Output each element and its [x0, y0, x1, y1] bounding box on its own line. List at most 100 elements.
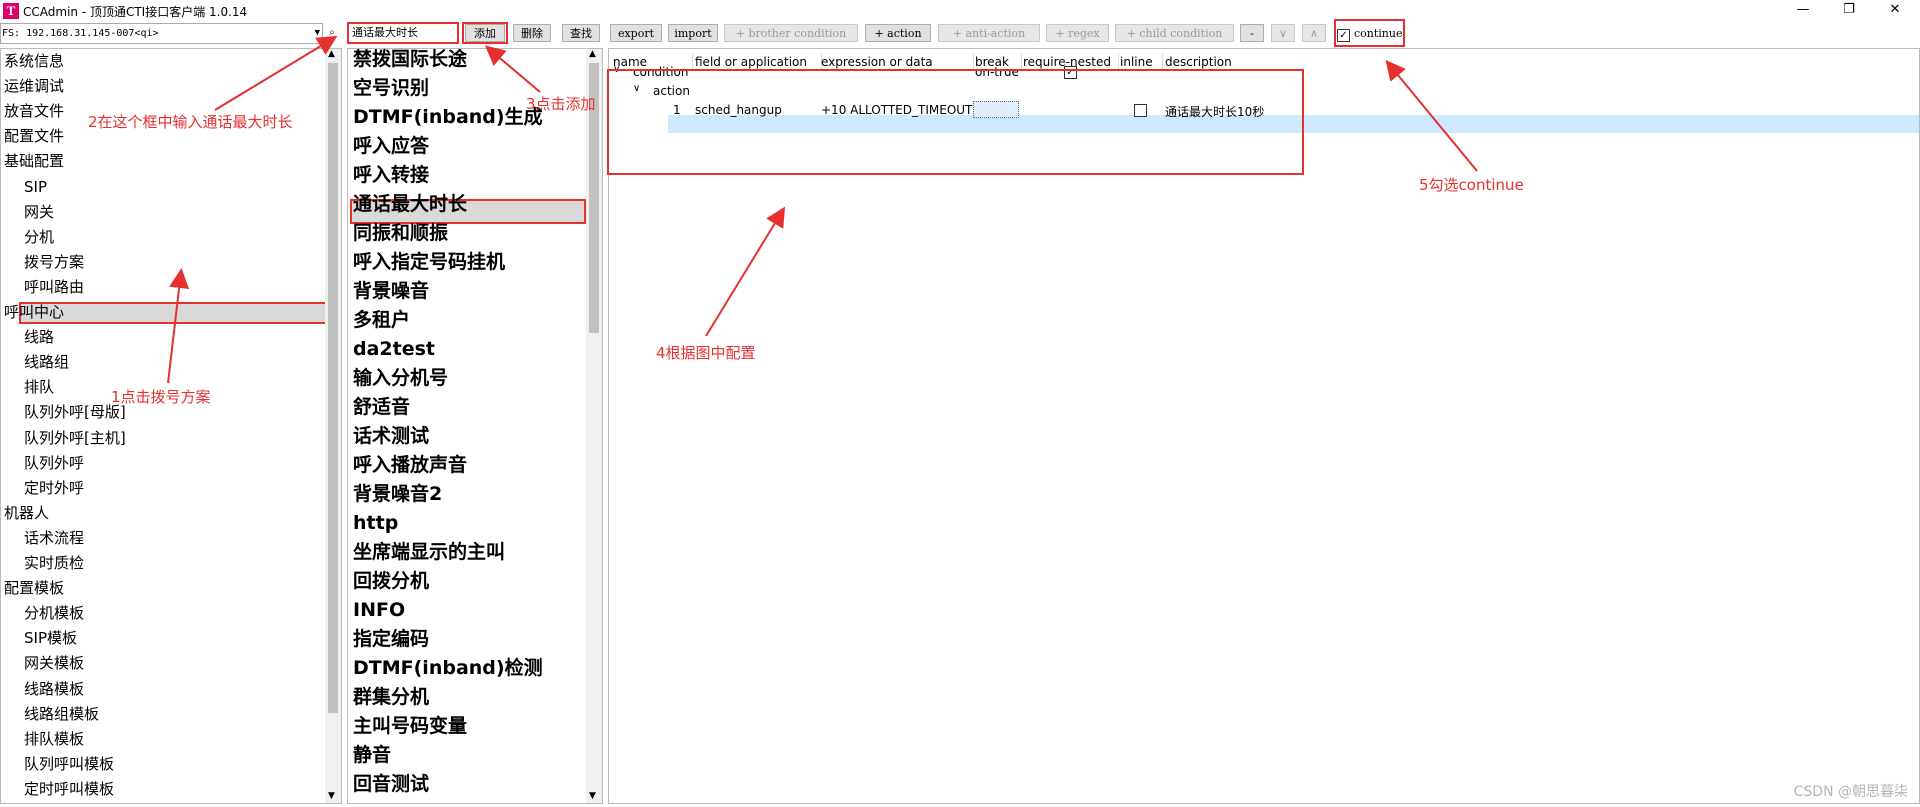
sidebar-item[interactable]: 线路 [24, 325, 54, 349]
sidebar-item[interactable]: 运维调试 [4, 74, 64, 98]
dialplan-list-item[interactable]: 呼入播放声音 [353, 451, 467, 480]
scroll-down-icon[interactable]: ▼ [589, 791, 596, 801]
dialplan-list-item[interactable]: 回音测试 [353, 770, 429, 799]
sidebar-item[interactable]: 实时质检 [24, 551, 84, 575]
dialplan-scrollbar[interactable]: ▲ ▼ [586, 49, 602, 803]
dialplan-list-item[interactable]: 多租户 [353, 306, 410, 335]
dialplan-list-item[interactable]: DTMF(inband)检测 [353, 654, 543, 683]
sidebar-item[interactable]: 网关 [24, 200, 54, 224]
find-button[interactable]: 查找 [562, 24, 600, 42]
dialplan-list-item[interactable]: 禁拨国际长途 [353, 49, 467, 74]
title-bar: T CCAdmin - 顶顶通CTI接口客户端 1.0.14 — ❐ ✕ [0, 0, 1920, 22]
sidebar-tree: 系统信息 运维调试 放音文件 配置文件 基础配置 SIP 网关 分机 拨号方案 呼叫路由 呼叫中心线… [0, 48, 342, 804]
dialplan-list-item[interactable]: 通话最大时长 [353, 190, 467, 219]
dialplan-list-item[interactable]: 同振和顺振 [353, 219, 448, 248]
annotation-step4: 4根据图中配置 [656, 344, 756, 362]
import-button[interactable]: import [668, 24, 718, 42]
sidebar-item[interactable]: 放音文件 [4, 99, 64, 123]
sidebar-item[interactable]: 呼叫中心 [4, 300, 64, 324]
annotation-step3: 3点击添加 [526, 95, 596, 113]
app-logo-icon: T [3, 3, 19, 19]
sidebar-item[interactable]: 机器人 [4, 501, 49, 525]
dialplan-list-item[interactable]: 呼入应答 [353, 132, 429, 161]
continue-checkbox[interactable]: ✓ [1337, 29, 1350, 42]
watermark: CSDN @朝思暮柒 [1793, 784, 1908, 800]
dialplan-list-item[interactable]: 背景噪音2 [353, 480, 442, 509]
dialplan-list-item[interactable]: 呼入转接 [353, 161, 429, 190]
scroll-down-icon[interactable]: ▼ [328, 791, 335, 801]
scroll-up-icon[interactable]: ▲ [589, 49, 596, 59]
dialplan-list: 禁拨国际长途 空号识别 DTMF(inband)生成 呼入应答 呼入转接 通话最大时长 同振… [347, 48, 603, 804]
move-up-button[interactable]: ∧ [1302, 24, 1326, 42]
sidebar-item[interactable]: 定时呼叫模板 [24, 777, 114, 801]
fs-server-value: FS: 192.168.31.145-007<qi> [2, 28, 159, 39]
sidebar-item[interactable]: 系统信息 [4, 49, 64, 73]
fs-server-select[interactable]: FS: 192.168.31.145-007<qi> ▼ [0, 23, 323, 44]
sidebar-item[interactable]: 配置模板 [4, 576, 64, 600]
maximize-button[interactable]: ❐ [1826, 0, 1872, 22]
sidebar-item[interactable]: 呼叫路由 [24, 275, 84, 299]
column-header-field[interactable]: field or application [695, 55, 807, 69]
sidebar-item[interactable]: 队列外呼[主机] [24, 426, 126, 450]
dialplan-list-item[interactable]: 坐席端显示的主叫 [353, 538, 505, 567]
sidebar-item[interactable]: 分机 [24, 225, 54, 249]
sidebar-item[interactable]: 排队 [24, 375, 54, 399]
sidebar-item[interactable]: 分机模板 [24, 601, 84, 625]
dialplan-list-item[interactable]: INFO [353, 596, 405, 625]
sidebar-item[interactable]: SIP模板 [24, 626, 77, 650]
sidebar-item[interactable]: 定时外呼 [24, 476, 84, 500]
regex-button[interactable]: + regex [1046, 24, 1109, 42]
child-condition-button[interactable]: + child condition [1115, 24, 1234, 42]
export-button[interactable]: export [610, 24, 662, 42]
column-header-description[interactable]: description [1165, 55, 1232, 69]
dialplan-list-item[interactable]: 群集分机 [353, 683, 429, 712]
chevron-down-icon: ▼ [314, 28, 320, 38]
column-header-expression[interactable]: expression or data [821, 55, 933, 69]
sidebar-item[interactable]: 拨号方案 [24, 250, 84, 274]
sidebar-item[interactable]: SIP [24, 175, 47, 199]
dialplan-list-item[interactable]: 输入分机号 [353, 364, 448, 393]
sidebar-scroll-thumb[interactable] [328, 63, 338, 713]
sidebar-item[interactable]: 线路组 [24, 350, 69, 374]
dialplan-list-item[interactable]: 呼入指定号码挂机 [353, 248, 505, 277]
add-action-button[interactable]: + action [865, 24, 931, 42]
sidebar-item[interactable]: 线路组模板 [24, 702, 99, 726]
add-button-highlight [462, 22, 508, 44]
dialplan-list-item[interactable]: http [353, 509, 398, 538]
sidebar-item[interactable]: 基础配置 [4, 149, 64, 173]
annotation-step1: 1点击拨号方案 [111, 388, 211, 406]
sidebar-item[interactable]: 队列外呼 [24, 451, 84, 475]
remove-node-button[interactable]: - [1240, 24, 1264, 42]
sidebar-item[interactable]: 排队模板 [24, 727, 84, 751]
dialplan-list-item[interactable]: 话术测试 [353, 422, 429, 451]
dialplan-name-input[interactable]: 通话最大时长 [347, 22, 459, 44]
detail-highlight-box [607, 69, 1304, 175]
anti-action-button[interactable]: + anti-action [938, 24, 1040, 42]
sidebar-item[interactable]: 线路模板 [24, 677, 84, 701]
search-icon[interactable]: ⌕ [324, 24, 340, 42]
delete-button[interactable]: 删除 [513, 24, 551, 42]
move-down-button[interactable]: ∨ [1271, 24, 1295, 42]
dialplan-list-item[interactable]: 背景噪音 [353, 277, 429, 306]
dialplan-list-item[interactable]: 静音 [353, 741, 391, 770]
window-title: CCAdmin - 顶顶通CTI接口客户端 1.0.14 [23, 5, 248, 19]
sidebar-item[interactable]: 网关模板 [24, 651, 84, 675]
brother-condition-button[interactable]: + brother condition [724, 24, 858, 42]
sidebar-item[interactable]: 话术流程 [24, 526, 84, 550]
dialplan-list-item[interactable]: DTMF(inband)生成 [353, 103, 543, 132]
sidebar-item[interactable]: 配置文件 [4, 124, 64, 148]
annotation-step2: 2在这个框中输入通话最大时长 [88, 113, 293, 131]
dialplan-list-item[interactable]: 空号识别 [353, 74, 429, 103]
dialplan-list-item[interactable]: 指定编码 [353, 625, 429, 654]
sidebar-item[interactable]: 队列呼叫模板 [24, 752, 114, 776]
scroll-up-icon[interactable]: ▲ [328, 49, 335, 59]
dialplan-list-item[interactable]: 回拨分机 [353, 567, 429, 596]
minimize-button[interactable]: — [1780, 0, 1826, 22]
dialplan-list-item[interactable]: 舒适音 [353, 393, 410, 422]
close-button[interactable]: ✕ [1872, 0, 1918, 22]
dialplan-list-item[interactable]: 主叫号码变量 [353, 712, 467, 741]
sidebar-selection-highlight [19, 302, 329, 324]
column-header-inline[interactable]: inline [1120, 55, 1153, 69]
dialplan-list-item[interactable]: da2test [353, 335, 435, 364]
sidebar-scrollbar[interactable]: ▲ ▼ [325, 49, 341, 803]
